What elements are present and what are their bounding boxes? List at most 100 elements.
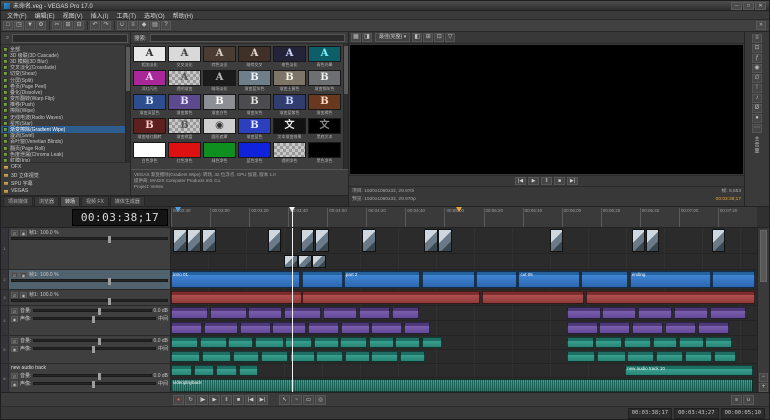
play-button[interactable]: ▶ [209, 395, 220, 405]
purple-clip[interactable] [308, 322, 339, 334]
purple-clip[interactable] [248, 307, 282, 319]
teal-clip[interactable] [233, 351, 260, 362]
track-header[interactable]: 2∅◉帧1:100.0 % [1, 270, 170, 290]
save-project-icon[interactable]: ▼ [25, 21, 35, 30]
project-properties-icon[interactable]: ⚙ [36, 21, 46, 30]
transition-preset[interactable]: B渐变蓝紫色 [273, 94, 306, 116]
pause-button[interactable]: ‖ [541, 177, 552, 185]
dock-tab[interactable]: 媒体生成器 [110, 196, 145, 206]
purple-clip[interactable] [404, 322, 430, 334]
slider-handle[interactable] [92, 346, 95, 353]
stop-button[interactable]: ■ [554, 177, 565, 185]
blue-clip[interactable]: ending [630, 271, 711, 288]
menu-item[interactable]: 选项(O) [140, 11, 169, 20]
thumb-clip[interactable] [173, 229, 186, 252]
selection-edit-tool-button[interactable]: ▭ [303, 395, 314, 405]
go-to-end-button[interactable]: ▶| [567, 177, 578, 185]
solo-icon[interactable]: ◉ [11, 346, 18, 352]
pause-button[interactable]: ‖ [221, 395, 232, 405]
play-button[interactable]: ▶ [528, 177, 539, 185]
automation-icon[interactable]: ◉ [752, 64, 762, 73]
transition-preset[interactable]: B渐变土黄色 [273, 70, 306, 92]
slider-handle[interactable] [108, 236, 111, 243]
purple-clip[interactable] [371, 322, 402, 334]
teal-clip[interactable] [369, 337, 394, 348]
purple-clip[interactable] [210, 307, 247, 319]
volume-icon[interactable]: ♪ [752, 94, 762, 103]
project-video-properties-icon[interactable]: ▦ [351, 33, 361, 42]
thumb-clip[interactable] [712, 229, 725, 252]
blue-clip[interactable] [712, 271, 755, 288]
video-preview-screen[interactable] [350, 45, 743, 174]
teal-clip[interactable] [400, 351, 425, 362]
blue-clip[interactable] [422, 271, 475, 288]
teal-clip[interactable] [395, 337, 420, 348]
teal-clip[interactable] [624, 337, 651, 348]
transition-preset[interactable]: A相加淡化 [133, 46, 166, 68]
transition-preset[interactable]: 红色净色 [168, 142, 201, 164]
volume-slider[interactable] [33, 339, 151, 342]
paste-icon[interactable]: ⊟ [74, 21, 84, 30]
teal-clip[interactable] [679, 337, 704, 348]
menu-item[interactable]: 编辑(E) [31, 11, 59, 20]
track-header[interactable]: 5∅音量:0.0 dB◉声像:中间 [1, 336, 170, 364]
pan-slider[interactable] [33, 347, 156, 350]
record-button[interactable]: ● [173, 395, 184, 405]
whats-this-help-icon[interactable]: ? [161, 21, 171, 30]
teal-clip[interactable] [627, 351, 654, 362]
red-clip[interactable] [482, 291, 585, 304]
transition-preset[interactable]: A暗场淡化 [203, 70, 236, 92]
teal-clip[interactable] [290, 351, 315, 362]
solo-icon[interactable]: ◉ [20, 292, 27, 298]
transition-preset[interactable]: A棕色淡出 [203, 46, 236, 68]
transition-preset[interactable]: 绿色净色 [203, 142, 236, 164]
transition-preset[interactable]: B渐变暗红翻转 [133, 118, 166, 140]
transition-preset[interactable]: B渐变钢灰色 [308, 70, 341, 92]
scrollbar-thumb[interactable] [126, 47, 130, 91]
pan-slider[interactable] [33, 382, 156, 385]
purple-clip[interactable] [599, 322, 630, 334]
teal-clip[interactable] [714, 351, 737, 362]
snapping-button[interactable]: ∪ [743, 395, 754, 405]
volume-slider[interactable] [33, 309, 151, 312]
purple-clip[interactable] [602, 307, 636, 319]
teal-clip[interactable] [345, 351, 370, 362]
purple-clip[interactable] [204, 322, 238, 334]
playhead-cursor[interactable] [292, 228, 293, 392]
track-level-slider[interactable] [11, 237, 168, 240]
teal-clip[interactable] [255, 337, 284, 348]
red-clip[interactable] [171, 291, 302, 304]
track-header[interactable]: 1∅◉帧1:100.0 % [1, 228, 170, 270]
preview-quality-dropdown[interactable]: 最佳(完整) ▾ [375, 33, 410, 42]
transition-preset[interactable]: A交叉淡化 [168, 46, 201, 68]
transition-preset[interactable]: B渐变蓝灰色 [238, 70, 271, 92]
teal-clip[interactable] [656, 351, 683, 362]
menu-item[interactable]: 视图(V) [59, 11, 87, 20]
teal-clip[interactable] [314, 337, 339, 348]
plugin-group-item[interactable]: SPU 字幕 [1, 179, 130, 187]
transition-preset[interactable]: B渐变褐色 [308, 94, 341, 116]
open-project-icon[interactable]: ◳ [14, 21, 24, 30]
transition-preset[interactable]: 文黑底文本 [308, 118, 341, 140]
solo-icon[interactable]: ◉ [20, 230, 27, 236]
purple-clip[interactable] [341, 322, 370, 334]
menu-item[interactable]: 工具(T) [112, 11, 140, 20]
thumb-clip[interactable] [301, 229, 314, 252]
purple-clip[interactable] [272, 322, 306, 334]
play-from-start-button[interactable]: |▶ [197, 395, 208, 405]
purple-clip[interactable] [665, 322, 696, 334]
transition-preset[interactable]: A洋红闪光 [133, 70, 166, 92]
teal-clip[interactable] [171, 365, 192, 376]
purple-clip[interactable] [638, 307, 672, 319]
blue-clip[interactable] [302, 271, 343, 288]
preview-on-external-monitor-icon[interactable]: ◨ [362, 33, 372, 42]
transition-preset[interactable]: B渐变白色 [203, 94, 236, 116]
stop-button[interactable]: ■ [233, 395, 244, 405]
transition-preset[interactable]: 白色净色 [133, 142, 166, 164]
teal-clip[interactable] [171, 351, 200, 362]
teal-clip[interactable] [371, 351, 398, 362]
purple-clip[interactable] [632, 322, 663, 334]
purple-clip[interactable] [359, 307, 391, 319]
thumb-clip[interactable] [268, 229, 281, 252]
teal-clip[interactable] [200, 337, 227, 348]
